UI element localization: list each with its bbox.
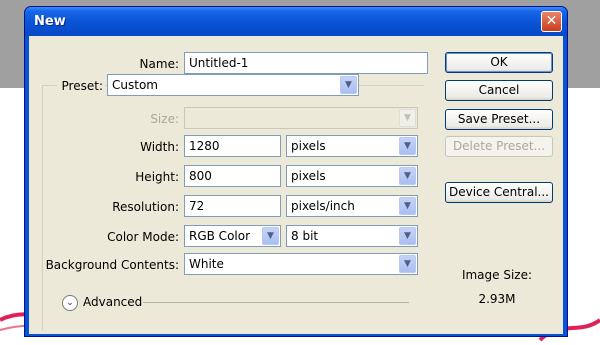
delete-preset-button: Delete Preset...: [445, 136, 553, 157]
dialog-title: New: [34, 14, 66, 29]
width-unit-select[interactable]: pixels ▼: [286, 135, 418, 157]
preset-select[interactable]: Custom ▼: [107, 74, 359, 96]
background-contents-label: Background Contents:: [45, 258, 179, 272]
close-button[interactable]: ✕: [541, 11, 562, 32]
resolution-label: Resolution:: [112, 200, 179, 214]
bit-depth-select[interactable]: 8 bit ▼: [286, 225, 418, 247]
height-unit-value: pixels: [291, 169, 326, 183]
name-label: Name:: [139, 57, 179, 71]
chevron-down-icon: ▼: [399, 137, 416, 155]
width-label: Width:: [140, 140, 179, 154]
ok-button[interactable]: OK: [445, 52, 553, 73]
size-select[interactable]: ▼: [184, 107, 418, 129]
height-field[interactable]: 800: [184, 165, 281, 187]
height-label: Height:: [135, 170, 179, 184]
image-size-value: 2.93M: [478, 292, 516, 306]
cancel-button[interactable]: Cancel: [445, 80, 553, 101]
resolution-field[interactable]: 72: [184, 195, 281, 217]
chevron-down-icon: ▼: [399, 255, 416, 273]
close-icon: ✕: [545, 13, 558, 29]
chevron-down-icon: ▼: [399, 109, 416, 127]
size-label: Size:: [150, 112, 179, 126]
dialog-body: Name: Untitled-1 Preset: Custom ▼ Size: …: [29, 36, 563, 334]
preset-value: Custom: [112, 78, 158, 92]
advanced-label[interactable]: Advanced: [83, 295, 142, 309]
chevron-down-icon: ▼: [262, 227, 279, 245]
save-preset-button[interactable]: Save Preset...: [445, 109, 553, 130]
width-field[interactable]: 1280: [184, 135, 281, 157]
color-mode-label: Color Mode:: [107, 230, 179, 244]
background-contents-select[interactable]: White ▼: [184, 253, 418, 275]
resolution-unit-value: pixels/inch: [291, 199, 355, 213]
chevron-down-icon: ▼: [399, 167, 416, 185]
chevron-down-icon: ▼: [340, 76, 357, 94]
advanced-divider: [143, 302, 409, 303]
resolution-unit-select[interactable]: pixels/inch ▼: [286, 195, 418, 217]
bit-depth-value: 8 bit: [291, 229, 319, 243]
height-unit-select[interactable]: pixels ▼: [286, 165, 418, 187]
background-contents-value: White: [189, 257, 224, 271]
image-size-label: Image Size:: [461, 268, 533, 282]
title-bar: New ✕: [25, 7, 567, 36]
color-mode-value: RGB Color: [189, 229, 251, 243]
new-document-dialog: New ✕ Name: Untitled-1 Preset: Custom ▼ …: [24, 6, 568, 337]
double-chevron-down-icon[interactable]: ⌄: [62, 295, 78, 311]
chevron-down-icon: ▼: [399, 197, 416, 215]
preset-label: Preset:: [57, 79, 105, 93]
chevron-down-icon: ▼: [399, 227, 416, 245]
device-central-button[interactable]: Device Central...: [445, 182, 553, 203]
color-mode-select[interactable]: RGB Color ▼: [184, 225, 281, 247]
name-field[interactable]: Untitled-1: [184, 52, 428, 74]
width-unit-value: pixels: [291, 139, 326, 153]
